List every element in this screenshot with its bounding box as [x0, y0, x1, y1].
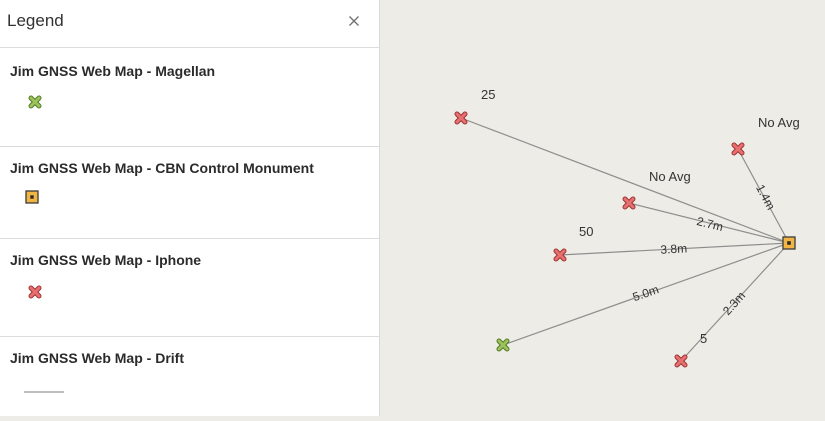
distance-label: 3.8m — [660, 241, 687, 256]
legend-layer-control-monument: Jim GNSS Web Map - CBN Control Monument — [0, 147, 379, 239]
green-x-marker-icon — [28, 95, 42, 109]
drift-line — [460, 117, 790, 244]
map-view[interactable]: 1.4m 2.7m 3.8m 5.0m 2.3m 25 No Avg No Av… — [380, 0, 825, 416]
point-label: 5 — [700, 331, 707, 346]
close-button[interactable] — [343, 10, 365, 32]
red-x-marker-icon[interactable] — [454, 111, 468, 125]
legend-header: Legend — [0, 0, 379, 48]
point-label: 25 — [481, 87, 495, 102]
legend-title: Legend — [7, 11, 64, 30]
drift-line-symbol — [24, 391, 64, 393]
point-label: No Avg — [758, 115, 800, 130]
red-x-marker-icon[interactable] — [622, 196, 636, 210]
map-canvas[interactable]: 1.4m 2.7m 3.8m 5.0m 2.3m 25 No Avg No Av… — [380, 0, 825, 416]
layer-name: Jim GNSS Web Map - CBN Control Monument — [10, 160, 314, 176]
red-x-marker-icon[interactable] — [674, 354, 688, 368]
legend-layer-magellan: Jim GNSS Web Map - Magellan — [0, 48, 379, 147]
control-monument-marker[interactable] — [782, 236, 796, 250]
point-label: 50 — [579, 224, 593, 239]
legend-layer-iphone: Jim GNSS Web Map - Iphone — [0, 239, 379, 337]
distance-label: 1.4m — [753, 182, 778, 212]
square-marker-icon — [25, 190, 39, 204]
close-icon — [349, 16, 359, 26]
legend-layer-drift: Jim GNSS Web Map - Drift — [0, 337, 379, 417]
red-x-marker-icon[interactable] — [731, 142, 745, 156]
legend-panel: Legend Jim GNSS Web Map - Magellan Jim G… — [0, 0, 380, 416]
point-label: No Avg — [649, 169, 691, 184]
layer-name: Jim GNSS Web Map - Iphone — [10, 252, 202, 268]
distance-label: 5.0m — [631, 282, 661, 304]
layer-name: Jim GNSS Web Map - Magellan — [10, 63, 216, 79]
layer-name: Jim GNSS Web Map - Drift — [10, 350, 184, 366]
green-x-marker-icon[interactable] — [496, 338, 510, 352]
iphone-points — [454, 111, 745, 368]
red-x-marker-icon[interactable] — [553, 248, 567, 262]
red-x-marker-icon — [28, 285, 42, 299]
